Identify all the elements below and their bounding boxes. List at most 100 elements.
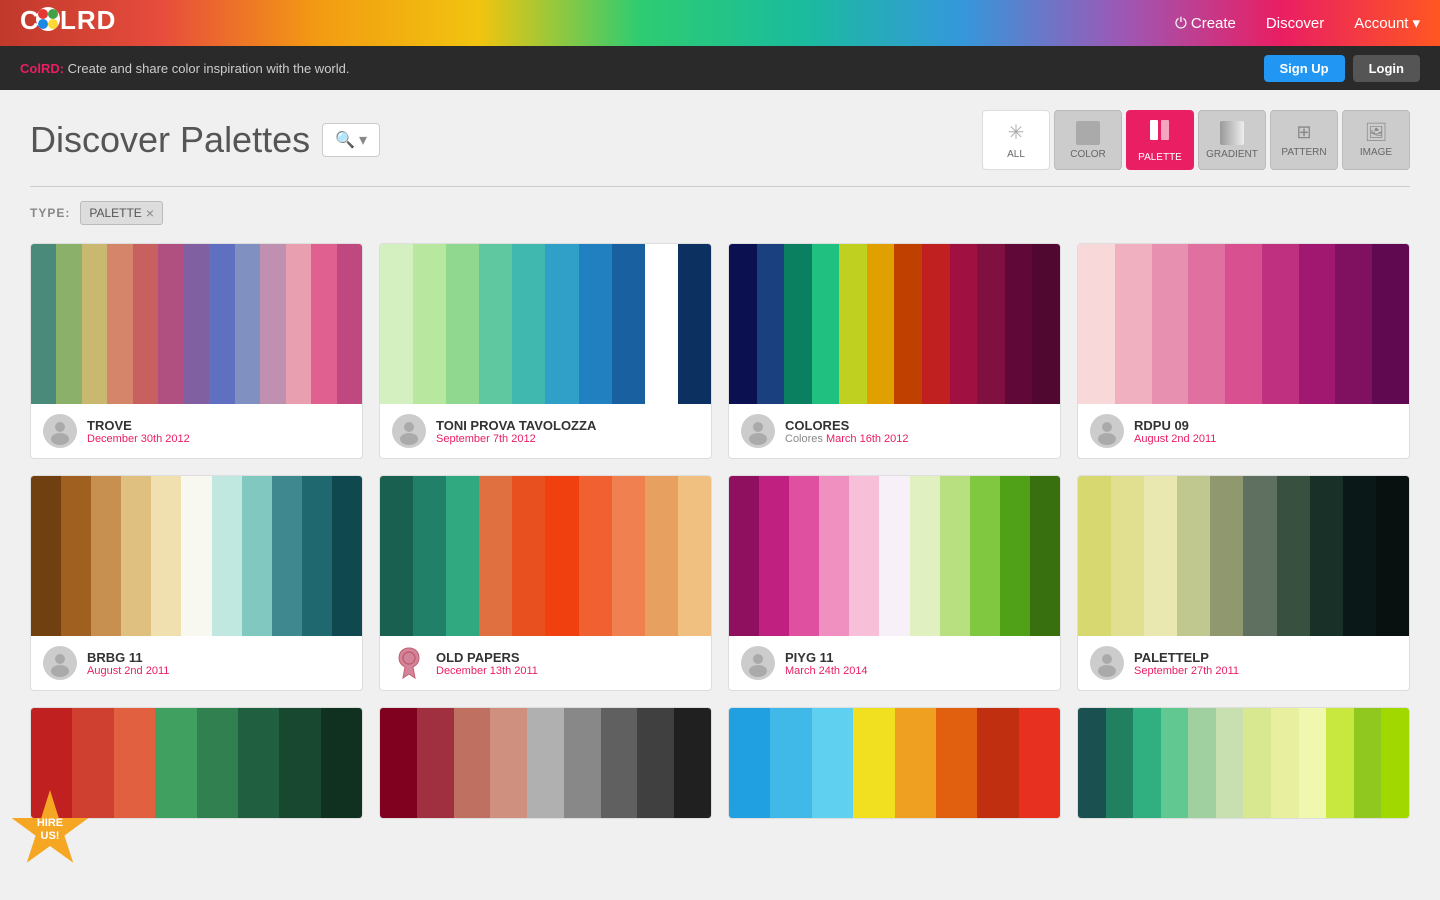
logo[interactable]: C LRD xyxy=(20,3,150,44)
swatch-color xyxy=(512,476,545,636)
swatch-color xyxy=(1243,476,1276,636)
swatch-color xyxy=(879,476,909,636)
palette-info: TROVEDecember 30th 2012 xyxy=(31,404,362,458)
palette-card[interactable]: PALETTELPSeptember 27th 2011 xyxy=(1077,475,1410,691)
tab-image[interactable]: 🖼 IMAGE xyxy=(1342,110,1410,170)
nav-create[interactable]: ⏻ Create xyxy=(1175,15,1236,32)
palette-card[interactable] xyxy=(379,707,712,819)
chevron-down-icon: ▾ xyxy=(1412,14,1420,32)
swatch-color xyxy=(321,708,362,818)
palette-meta: September 7th 2012 xyxy=(436,433,596,445)
swatch-color xyxy=(72,708,113,818)
swatch-color xyxy=(645,244,678,404)
avatar xyxy=(741,646,775,680)
swatch-color xyxy=(1144,476,1177,636)
palette-grid: TROVEDecember 30th 2012 TONI PROVA TAVOLO… xyxy=(30,243,1410,819)
avatar xyxy=(392,414,426,448)
svg-text:LRD: LRD xyxy=(60,5,116,35)
avatar xyxy=(43,414,77,448)
all-icon: ✳ xyxy=(1008,120,1025,145)
swatch-color xyxy=(1326,708,1354,818)
palette-card[interactable]: OLD PAPERSDecember 13th 2011 xyxy=(379,475,712,691)
swatch-color xyxy=(82,244,107,404)
palette-card[interactable] xyxy=(1077,707,1410,819)
palette-meta: August 2nd 2011 xyxy=(87,665,169,677)
palette-card[interactable]: TROVEDecember 30th 2012 xyxy=(30,243,363,459)
swatch-color xyxy=(637,708,674,818)
swatch-color xyxy=(479,476,512,636)
palette-icon xyxy=(1148,118,1172,148)
swatch-color xyxy=(209,244,234,404)
nav-account[interactable]: Account ▾ xyxy=(1354,14,1420,32)
swatch-color xyxy=(1262,244,1299,404)
palette-card[interactable]: TONI PROVA TAVOLOZZASeptember 7th 2012 xyxy=(379,243,712,459)
swatch-color xyxy=(1343,476,1376,636)
swatch-color xyxy=(114,708,155,818)
palette-card[interactable]: COLORESColores March 16th 2012 xyxy=(728,243,1061,459)
swatch-color xyxy=(279,708,320,818)
palette-swatch xyxy=(1078,476,1409,636)
swatch-color xyxy=(729,244,757,404)
palette-meta: August 2nd 2011 xyxy=(1134,433,1216,445)
swatch-color xyxy=(181,476,211,636)
tab-all[interactable]: ✳ ALL xyxy=(982,110,1050,170)
swatch-color xyxy=(812,708,853,818)
type-label: TYPE: xyxy=(30,206,70,220)
swatch-color xyxy=(545,476,578,636)
tab-gradient[interactable]: GRADIENT xyxy=(1198,110,1266,170)
nav-right: ⏻ Create Discover Account ▾ xyxy=(1175,14,1420,32)
swatch-color xyxy=(197,708,238,818)
swatch-color xyxy=(757,244,785,404)
swatch-color xyxy=(235,244,260,404)
login-button[interactable]: Login xyxy=(1353,55,1420,82)
palette-name: RDPU 09 xyxy=(1134,418,1216,433)
palette-info: OLD PAPERSDecember 13th 2011 xyxy=(380,636,711,690)
palette-card[interactable] xyxy=(728,707,1061,819)
remove-filter-icon[interactable]: × xyxy=(146,205,154,221)
nav-discover[interactable]: Discover xyxy=(1266,15,1324,32)
swatch-color xyxy=(380,476,413,636)
search-box[interactable]: 🔍 ▾ xyxy=(322,123,380,157)
palette-text: TONI PROVA TAVOLOZZASeptember 7th 2012 xyxy=(436,418,596,445)
palette-meta: March 24th 2014 xyxy=(785,665,868,677)
tab-pattern[interactable]: ⊞ PATTERN xyxy=(1270,110,1338,170)
swatch-color xyxy=(601,708,638,818)
palette-card[interactable] xyxy=(30,707,363,819)
swatch-color xyxy=(31,476,61,636)
search-dropdown-icon: ▾ xyxy=(359,130,367,150)
palette-text: BRBG 11August 2nd 2011 xyxy=(87,650,169,677)
palette-info: BRBG 11August 2nd 2011 xyxy=(31,636,362,690)
palette-card[interactable]: BRBG 11August 2nd 2011 xyxy=(30,475,363,691)
swatch-color xyxy=(1216,708,1244,818)
header: C LRD ⏻ Create Discover Account ▾ xyxy=(0,0,1440,46)
swatch-color xyxy=(286,244,311,404)
swatch-color xyxy=(1188,244,1225,404)
palette-swatch xyxy=(31,244,362,404)
divider xyxy=(30,186,1410,187)
swatch-color xyxy=(446,476,479,636)
swatch-color xyxy=(1133,708,1161,818)
tab-color[interactable]: COLOR xyxy=(1054,110,1122,170)
image-icon: 🖼 xyxy=(1365,122,1388,143)
palette-text: COLORESColores March 16th 2012 xyxy=(785,418,909,445)
swatch-color xyxy=(158,244,183,404)
avatar xyxy=(43,646,77,680)
swatch-color xyxy=(867,244,895,404)
type-tag[interactable]: PALETTE × xyxy=(80,201,163,225)
signup-button[interactable]: Sign Up xyxy=(1264,55,1345,82)
swatch-color xyxy=(56,244,81,404)
swatch-color xyxy=(212,476,242,636)
swatch-color xyxy=(1299,244,1336,404)
swatch-color xyxy=(454,708,491,818)
palette-card[interactable]: PIYG 11March 24th 2014 xyxy=(728,475,1061,691)
swatch-color xyxy=(940,476,970,636)
swatch-color xyxy=(1115,244,1152,404)
tab-palette[interactable]: PALETTE xyxy=(1126,110,1194,170)
swatch-color xyxy=(1106,708,1134,818)
swatch-color xyxy=(311,244,336,404)
palette-card[interactable]: RDPU 09August 2nd 2011 xyxy=(1077,243,1410,459)
swatch-color xyxy=(184,244,209,404)
banner-buttons: Sign Up Login xyxy=(1264,55,1421,82)
swatch-color xyxy=(380,708,417,818)
swatch-color xyxy=(31,244,56,404)
